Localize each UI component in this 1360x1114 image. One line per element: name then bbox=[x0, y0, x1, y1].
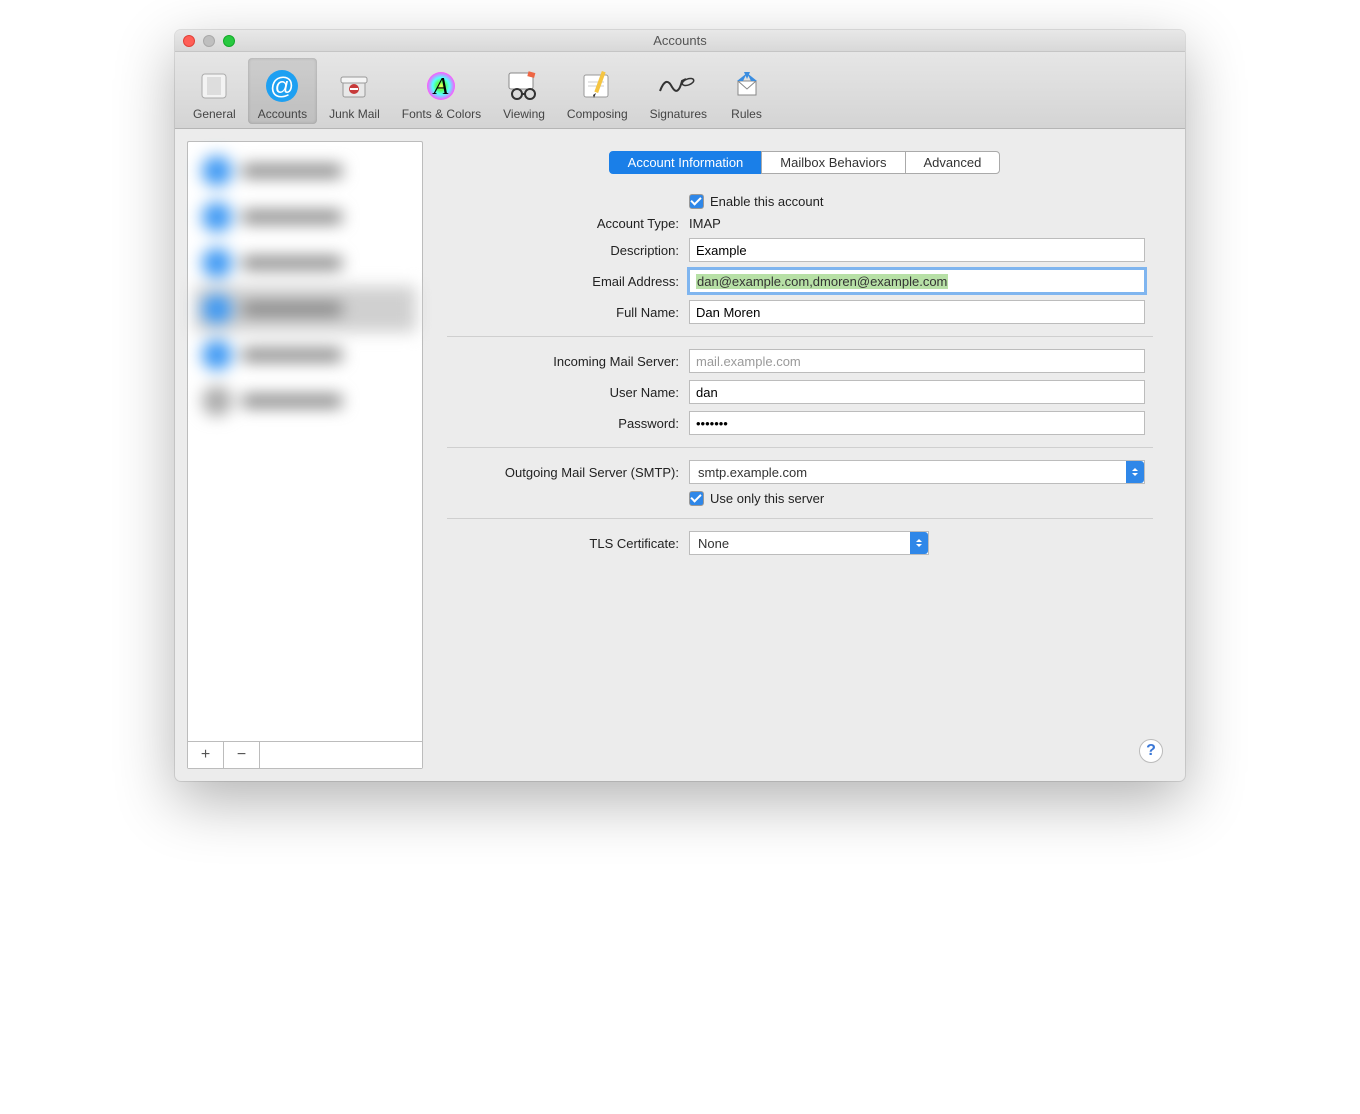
account-type-value: IMAP bbox=[689, 216, 721, 231]
email-address-input[interactable]: dan@example.com,dmoren@example.com bbox=[689, 269, 1145, 293]
divider bbox=[447, 447, 1153, 448]
divider bbox=[447, 336, 1153, 337]
username-label: User Name: bbox=[437, 385, 689, 400]
add-account-button[interactable]: + bbox=[188, 742, 224, 768]
toolbar-label: Junk Mail bbox=[329, 107, 380, 121]
rules-icon bbox=[730, 68, 764, 104]
use-only-server-checkbox[interactable] bbox=[689, 491, 704, 506]
toolbar-accounts[interactable]: @ Accounts bbox=[248, 58, 317, 124]
titlebar: Accounts bbox=[175, 30, 1185, 52]
window-title: Accounts bbox=[183, 33, 1177, 48]
account-detail-pane: Account Information Mailbox Behaviors Ad… bbox=[437, 141, 1173, 769]
junk-icon bbox=[337, 68, 371, 104]
tab-advanced[interactable]: Advanced bbox=[905, 151, 1001, 174]
divider bbox=[447, 518, 1153, 519]
accounts-list[interactable] bbox=[188, 142, 422, 741]
toolbar-rules[interactable]: Rules bbox=[719, 58, 774, 124]
chevron-up-down-icon bbox=[910, 532, 928, 554]
preferences-window: Accounts General @ Accounts Junk Mail A … bbox=[175, 30, 1185, 781]
toolbar-label: Viewing bbox=[503, 107, 545, 121]
password-input[interactable] bbox=[689, 411, 1145, 435]
full-name-input[interactable] bbox=[689, 300, 1145, 324]
tls-value: None bbox=[698, 536, 729, 551]
email-address-label: Email Address: bbox=[437, 274, 689, 289]
close-window-button[interactable] bbox=[183, 35, 195, 47]
chevron-up-down-icon bbox=[1126, 461, 1144, 483]
svg-text:A: A bbox=[432, 74, 449, 100]
incoming-server-label: Incoming Mail Server: bbox=[437, 354, 689, 369]
smtp-label: Outgoing Mail Server (SMTP): bbox=[437, 465, 689, 480]
enable-account-label: Enable this account bbox=[710, 194, 823, 209]
tab-account-information[interactable]: Account Information bbox=[609, 151, 763, 174]
composing-icon bbox=[580, 68, 614, 104]
remove-account-button[interactable]: − bbox=[224, 742, 260, 768]
general-icon bbox=[198, 68, 230, 104]
account-type-label: Account Type: bbox=[437, 216, 689, 231]
password-label: Password: bbox=[437, 416, 689, 431]
sidebar-footer-spacer bbox=[260, 742, 422, 768]
toolbar-composing[interactable]: Composing bbox=[557, 58, 638, 124]
username-input[interactable] bbox=[689, 380, 1145, 404]
help-button[interactable]: ? bbox=[1139, 739, 1163, 763]
toolbar-viewing[interactable]: Viewing bbox=[493, 58, 555, 124]
zoom-window-button[interactable] bbox=[223, 35, 235, 47]
toolbar-label: General bbox=[193, 107, 236, 121]
tab-mailbox-behaviors[interactable]: Mailbox Behaviors bbox=[761, 151, 905, 174]
incoming-server-input bbox=[689, 349, 1145, 373]
detail-tabs: Account Information Mailbox Behaviors Ad… bbox=[437, 151, 1173, 174]
fonts-icon: A bbox=[424, 68, 458, 104]
accounts-sidebar: + − bbox=[187, 141, 423, 769]
at-icon: @ bbox=[264, 68, 300, 104]
smtp-select[interactable]: smtp.example.com bbox=[689, 460, 1145, 484]
toolbar-signatures[interactable]: Signatures bbox=[640, 58, 717, 124]
description-input[interactable] bbox=[689, 238, 1145, 262]
toolbar-fonts-colors[interactable]: A Fonts & Colors bbox=[392, 58, 491, 124]
toolbar-general[interactable]: General bbox=[183, 58, 246, 124]
toolbar-label: Fonts & Colors bbox=[402, 107, 481, 121]
description-label: Description: bbox=[437, 243, 689, 258]
svg-text:@: @ bbox=[270, 73, 294, 100]
toolbar-label: Signatures bbox=[650, 107, 707, 121]
toolbar-label: Accounts bbox=[258, 107, 307, 121]
full-name-label: Full Name: bbox=[437, 305, 689, 320]
use-only-server-label: Use only this server bbox=[710, 491, 824, 506]
smtp-value: smtp.example.com bbox=[698, 465, 807, 480]
tls-certificate-select[interactable]: None bbox=[689, 531, 929, 555]
enable-account-checkbox[interactable] bbox=[689, 194, 704, 209]
preferences-toolbar: General @ Accounts Junk Mail A Fonts & C… bbox=[175, 52, 1185, 129]
email-address-value: dan@example.com,dmoren@example.com bbox=[696, 274, 948, 289]
toolbar-label: Rules bbox=[731, 107, 762, 121]
toolbar-junk-mail[interactable]: Junk Mail bbox=[319, 58, 390, 124]
viewing-icon bbox=[506, 68, 542, 104]
tls-label: TLS Certificate: bbox=[437, 536, 689, 551]
minimize-window-button[interactable] bbox=[203, 35, 215, 47]
signatures-icon bbox=[656, 68, 700, 104]
toolbar-label: Composing bbox=[567, 107, 628, 121]
